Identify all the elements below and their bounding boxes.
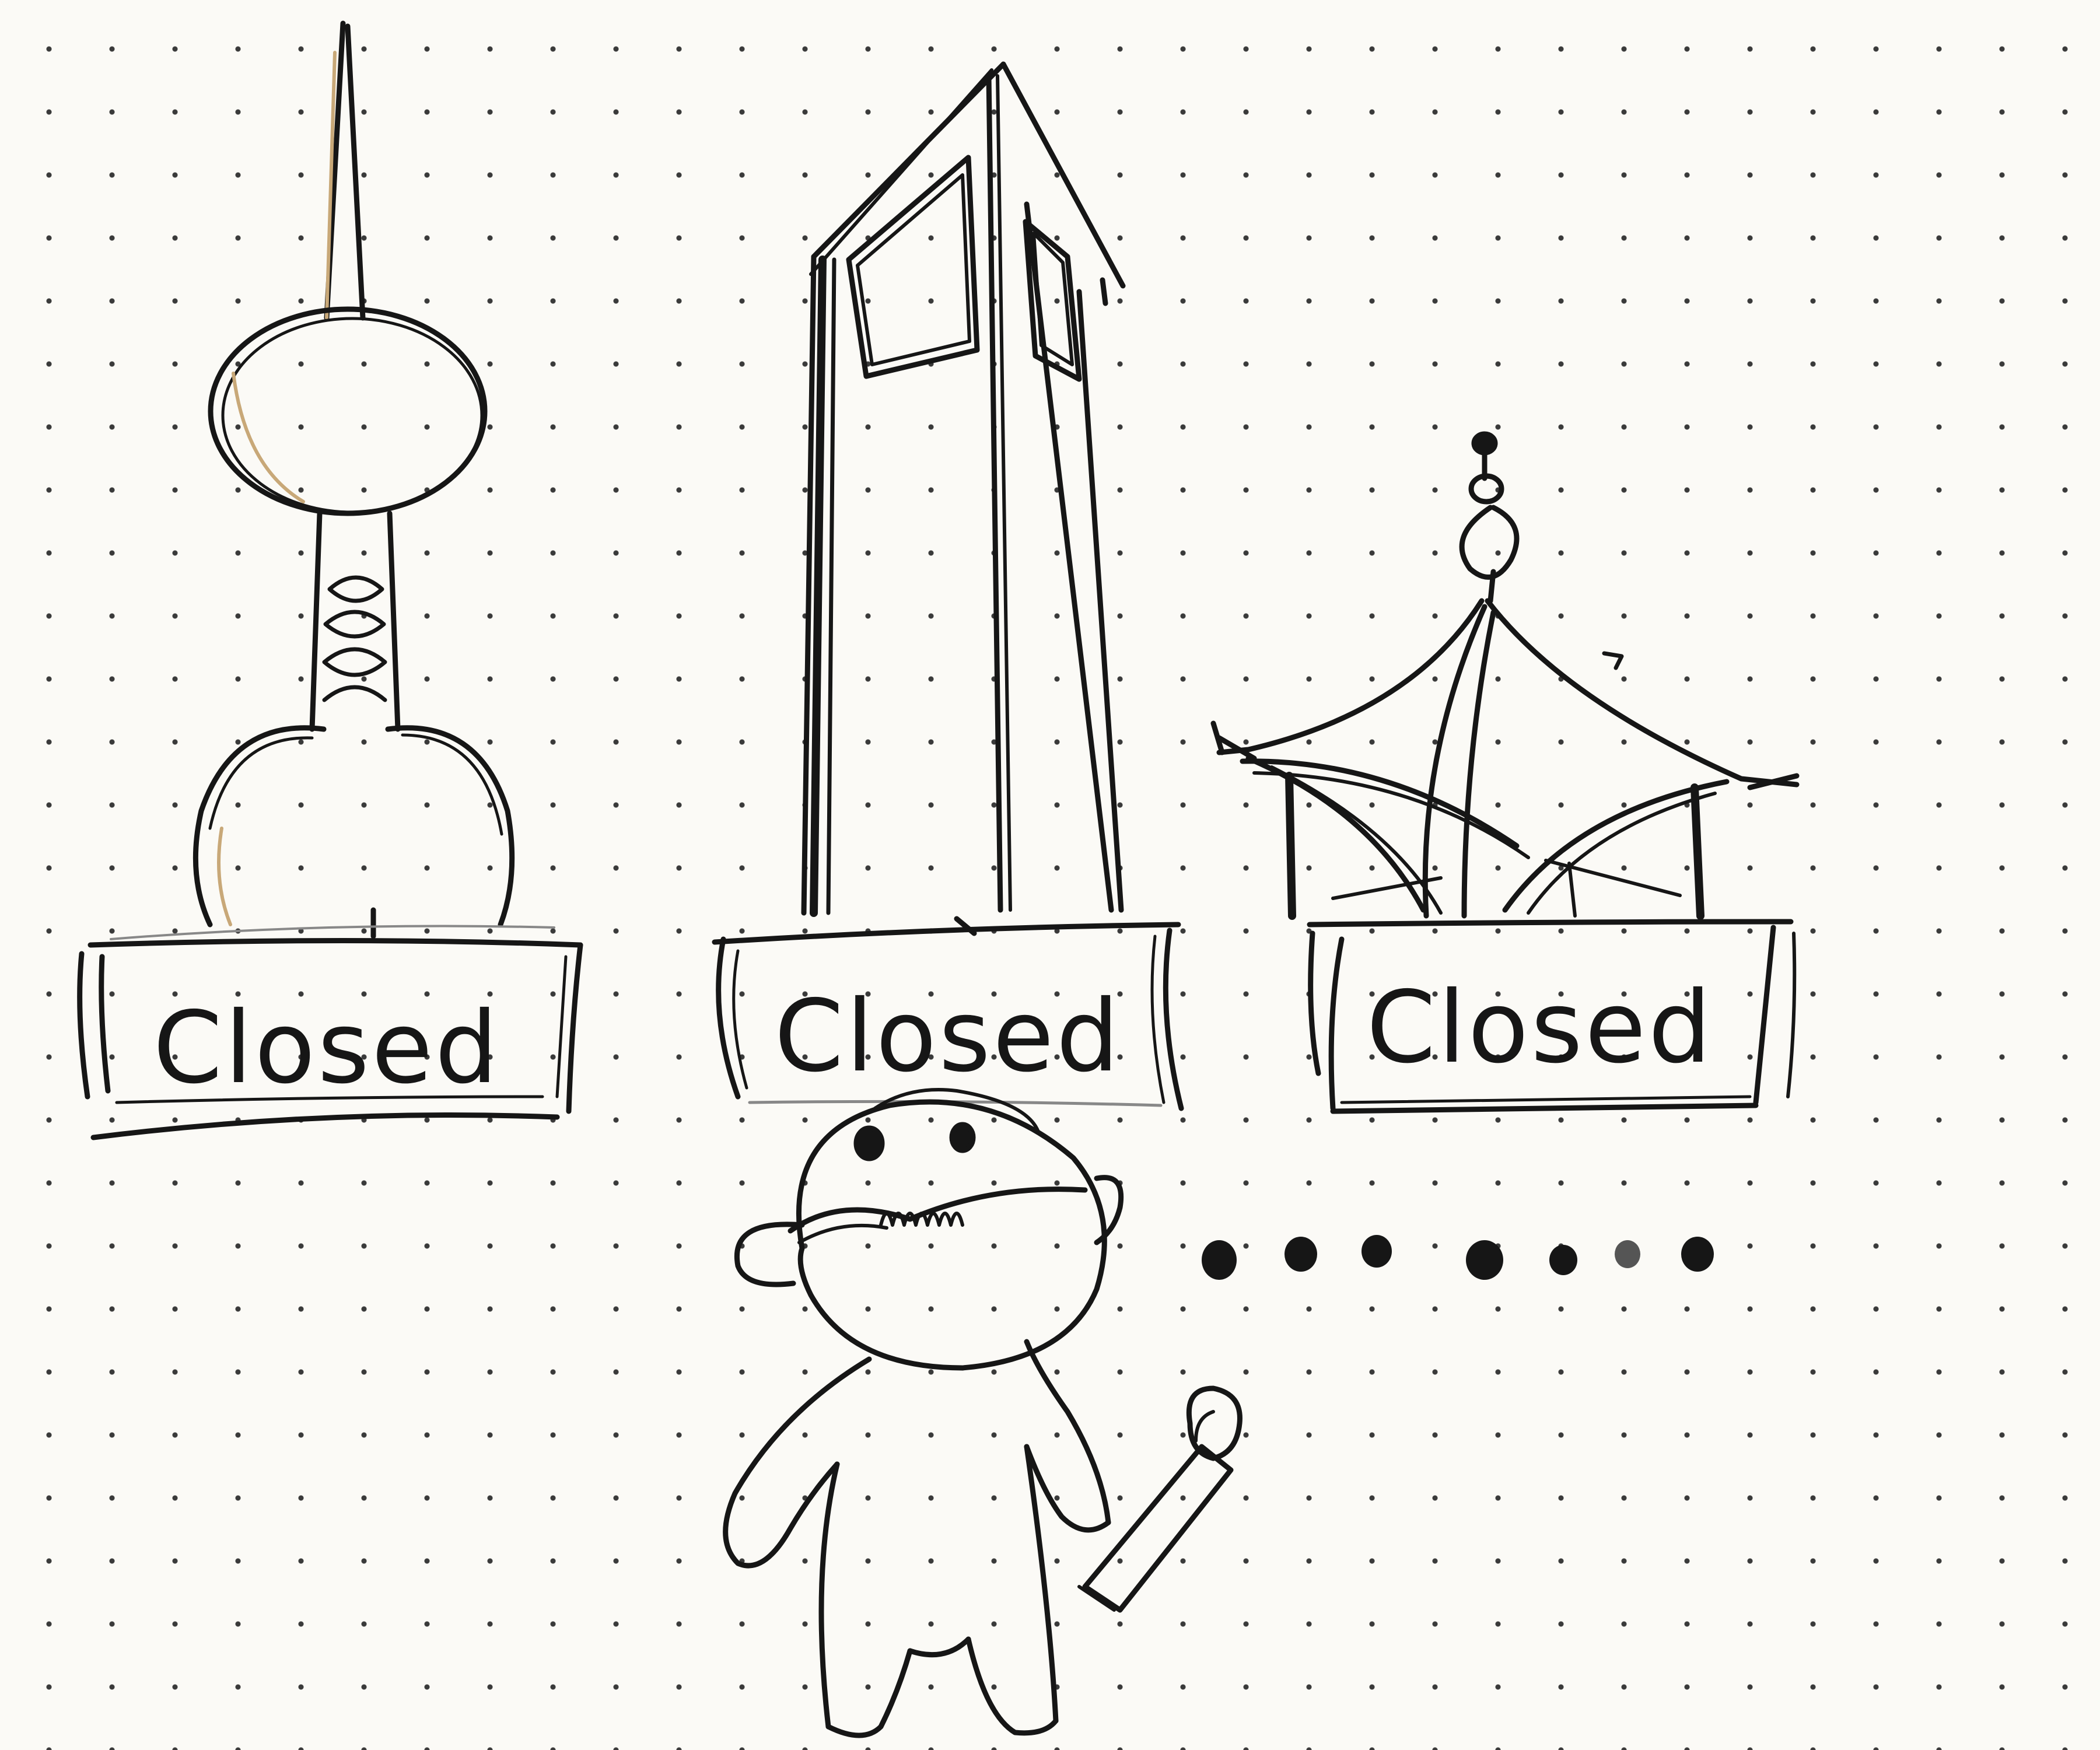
- sign-label-1: Closed: [153, 991, 500, 1106]
- sign-label-2: Closed: [774, 979, 1121, 1094]
- sad-person-drawing: [723, 1088, 1242, 1738]
- skyscraper-drawing: [801, 61, 1126, 917]
- trailing-dots: [1202, 1235, 1714, 1280]
- tv-tower-drawing: [192, 20, 515, 939]
- dotted-paper: Closed Closed Closed: [0, 0, 2100, 1750]
- sign-label-3: Closed: [1366, 970, 1713, 1086]
- pavilion-drawing: [1210, 431, 1800, 920]
- sketch-canvas: Closed Closed Closed: [77, 20, 1800, 1738]
